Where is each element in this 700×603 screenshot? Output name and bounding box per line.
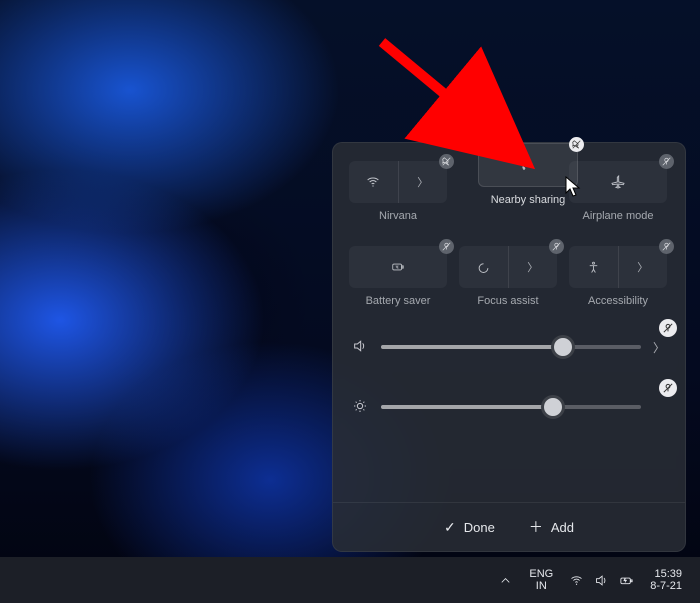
airplane-mode-tile[interactable] [569,161,667,203]
access-expand[interactable]: 〉 [619,246,668,288]
unpin-volume[interactable] [659,319,677,337]
unpin-wifi[interactable] [439,154,454,169]
focus-expand[interactable]: 〉 [509,246,558,288]
check-icon: ✓ [444,520,456,534]
tile-cell-wifi: 〉 Nirvana [349,161,447,224]
unpin-battery[interactable] [439,239,454,254]
language-switch[interactable]: ENGIN [521,557,561,603]
system-tray[interactable] [561,557,642,603]
airplane-label: Airplane mode [583,210,654,222]
brightness-slider[interactable] [381,405,641,409]
brightness-slider-row: 〉 [349,391,669,423]
clock[interactable]: 15:398-7-21 [642,557,700,603]
done-button[interactable]: ✓ Done [444,520,495,535]
taskbar: ENGIN 15:398-7-21 [0,557,700,603]
lang-text: ENGIN [529,568,553,592]
focus-toggle[interactable] [459,246,509,288]
unpin-nearby[interactable] [569,137,584,152]
add-button[interactable]: ＋ Add [529,520,574,535]
unpin-access[interactable] [659,239,674,254]
tile-cell-focus: 〉 Focus assist [459,246,557,307]
wifi-tile[interactable]: 〉 [349,161,447,203]
accessibility-icon [586,256,601,278]
plus-icon: ＋ [529,520,543,534]
chevron-right-icon: 〉 [417,174,428,190]
airplane-icon [610,171,626,193]
add-label: Add [551,520,574,535]
nearby-label: Nearby sharing [491,194,566,206]
unpin-brightness[interactable] [659,379,677,397]
nearby-share-icon [520,154,536,176]
clock-text: 15:398-7-21 [650,568,692,592]
focus-label: Focus assist [477,295,538,307]
tiles-row-1: 〉 Nirvana Nearby sharing [349,161,669,224]
tiles-row-2: Battery saver 〉 Focus assist [349,246,669,307]
accessibility-tile[interactable]: 〉 [569,246,667,288]
unpin-focus[interactable] [549,239,564,254]
battery-icon [619,573,634,588]
chevron-right-icon: 〉 [527,259,538,275]
quick-settings-panel: 〉 Nirvana Nearby sharing [332,142,686,552]
nearby-sharing-tile[interactable] [478,143,578,187]
brightness-thumb[interactable] [541,395,565,419]
focus-assist-icon [476,256,491,278]
tile-cell-airplane: Airplane mode [569,161,667,224]
wifi-label: Nirvana [379,210,417,222]
focus-assist-tile[interactable]: 〉 [459,246,557,288]
volume-fill [381,345,563,349]
brightness-icon [351,398,369,417]
wifi-icon [569,573,584,588]
tile-cell-nearby: Nearby sharing [479,143,577,206]
access-label: Accessibility [588,295,648,307]
panel-footer: ✓ Done ＋ Add [333,502,685,551]
done-label: Done [464,520,495,535]
brightness-fill [381,405,553,409]
tile-cell-battery: Battery saver [349,246,447,307]
battery-saver-icon [389,256,407,278]
battery-saver-tile[interactable] [349,246,447,288]
tile-cell-access: 〉 Accessibility [569,246,667,307]
volume-slider[interactable] [381,345,641,349]
battery-label: Battery saver [366,295,431,307]
volume-thumb[interactable] [551,335,575,359]
volume-expand[interactable]: 〉 [653,339,667,356]
access-toggle[interactable] [569,246,619,288]
volume-slider-row: 〉 [349,331,669,363]
unpin-airplane[interactable] [659,154,674,169]
tray-overflow[interactable] [490,557,521,603]
volume-icon [351,338,369,357]
volume-icon [594,573,609,588]
wifi-icon [365,171,381,193]
wifi-expand[interactable]: 〉 [399,161,448,203]
wifi-toggle[interactable] [349,161,399,203]
chevron-right-icon: 〉 [637,259,648,275]
chevron-up-icon [498,573,513,588]
